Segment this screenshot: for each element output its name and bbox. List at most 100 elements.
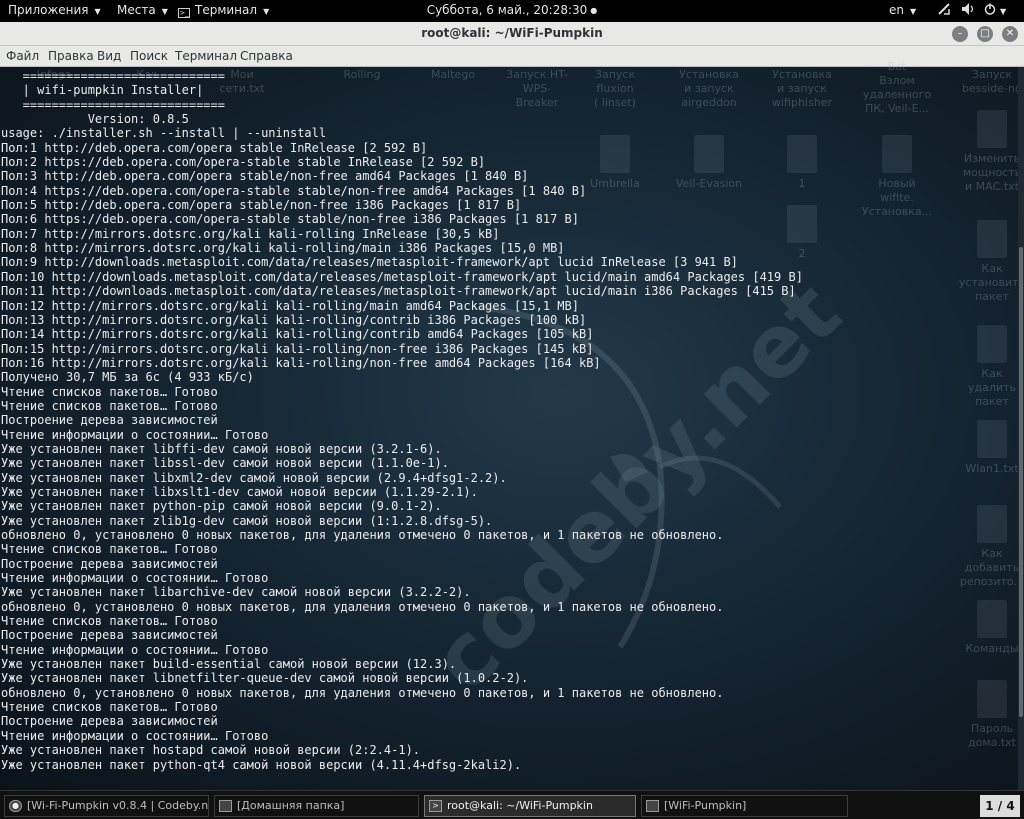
folder-icon <box>219 800 232 812</box>
task-terminal[interactable]: > root@kali: ~/WiFi-Pumpkin <box>424 795 636 817</box>
terminal-line: Чтение списков пакетов… Готово <box>1 384 218 399</box>
desktop-icon-label: Пароль дома.txt <box>967 722 1016 749</box>
task-label: root@kali: ~/WiFi-Pumpkin <box>447 799 593 812</box>
task-wifipumpkin[interactable]: [WiFi-Pumpkin] <box>641 795 848 817</box>
terminal-line: Чтение списков пакетов… Готово <box>1 700 218 715</box>
terminal-line: Пол:2 https://deb.opera.com/opera-stable… <box>1 155 486 170</box>
terminal-line: Получено 30,7 МБ за 6с (4 933 кБ/c) <box>1 370 254 385</box>
desktop-icon-label: Как добавить репозито... <box>959 547 1024 588</box>
desktop-icon[interactable]: Новый wifite. Установка... <box>860 135 934 219</box>
chevron-down-icon[interactable]: ▼ <box>1000 3 1006 17</box>
menu-view[interactable]: Вид <box>97 49 121 63</box>
task-label: [WiFi-Pumpkin] <box>664 799 747 812</box>
terminal-line: Уже установлен пакет hostapd самой новой… <box>1 743 421 758</box>
desktop-icon[interactable]: Как удалить пакет <box>955 325 1024 409</box>
desktop-icon-label: Изменить мощность и МАС.txt <box>962 152 1022 193</box>
desktop-icon[interactable]: Как добавить репозито... <box>955 505 1024 589</box>
terminal-line: Уже установлен пакет libssl-dev самой но… <box>1 456 449 471</box>
terminal-line: Построение дерева зависимостей <box>1 556 218 571</box>
power-icon[interactable] <box>984 3 996 18</box>
desktop-icon[interactable]: Запуск besside-ng <box>955 68 1024 96</box>
terminal-line: Построение дерева зависимостей <box>1 413 218 428</box>
close-button[interactable]: ✕ <box>1002 26 1018 42</box>
window-title: root@kali: ~/WiFi-Pumpkin <box>421 26 603 40</box>
desktop-icon[interactable]: Как установить пакет <box>955 220 1024 304</box>
terminal-line: Пол:10 http://downloads.metasploit.com/d… <box>1 269 803 284</box>
top-panel: Приложения ▼ Места ▼ >_ Терминал ▼ Суббота, … <box>0 0 1024 22</box>
terminal-line: Пол:8 http://mirrors.dotsrc.org/kali kal… <box>1 241 565 256</box>
terminal-line: Уже установлен пакет libarchive-dev само… <box>1 585 471 600</box>
desktop-icon-label: Как удалить пакет <box>968 367 1016 408</box>
task-browser[interactable]: ● [Wi-Fi-Pumpkin v0.8.4 | Codeby.n... <box>4 795 209 817</box>
terminal-line: Чтение информации о состоянии… Готово <box>1 642 269 657</box>
terminal-line: Пол:9 http://downloads.metasploit.com/da… <box>1 255 738 270</box>
terminal-line: Пол:5 http://deb.opera.com/opera stable/… <box>1 198 522 213</box>
desktop-icon-label: Запуск besside-ng <box>962 68 1022 95</box>
terminal-line: Чтение информации о состоянии… Готово <box>1 571 269 586</box>
menu-file[interactable]: Файл <box>6 49 39 63</box>
window-titlebar[interactable]: root@kali: ~/WiFi-Pumpkin – □ ✕ <box>0 22 1024 46</box>
terminal-line: Version: 0.8.5 <box>87 112 189 127</box>
desktop-icon[interactable]: Wlan1.txt <box>955 420 1024 476</box>
terminal-line: Пол:4 https://deb.opera.com/opera-stable… <box>1 183 587 198</box>
terminal-line: Уже установлен пакет libxml2-dev самой н… <box>1 470 507 485</box>
workspace-pager[interactable]: 1 / 4 <box>980 795 1020 817</box>
maximize-button[interactable]: □ <box>977 26 993 42</box>
terminal-line: Пол:11 http://downloads.metasploit.com/d… <box>1 284 796 299</box>
terminal-line: обновлено 0, установлено 0 новых пакетов… <box>1 599 724 614</box>
terminal-line: Пол:13 http://mirrors.dotsrc.org/kali ka… <box>1 312 587 327</box>
terminal-line: Пол:7 http://mirrors.dotsrc.org/kali kal… <box>1 226 500 241</box>
desktop-icon[interactable]: Команды <box>955 600 1024 656</box>
terminal-icon: > <box>429 800 442 812</box>
terminal-line: Пол:6 https://deb.opera.com/opera-stable… <box>1 212 579 227</box>
minimize-button[interactable]: – <box>952 26 968 42</box>
task-files[interactable]: [Домашняя папка] <box>214 795 419 817</box>
chevron-down-icon: ▼ <box>910 7 917 16</box>
terminal-line: Пол:15 http://mirrors.dotsrc.org/kali ka… <box>1 341 594 356</box>
desktop-icon[interactable]: Bot Взлом удаленного ПК, Veil-E... <box>860 60 934 116</box>
desktop-icon-label: Команды <box>965 642 1019 655</box>
terminal-line: Пол:12 http://mirrors.dotsrc.org/kali ka… <box>1 298 579 313</box>
terminal-line: usage: ./installer.sh --install | --unin… <box>1 126 327 141</box>
terminal-line: ============================ <box>22 97 225 112</box>
terminal-scrollbar[interactable] <box>1018 67 1024 790</box>
terminal-line: ============================ <box>22 69 225 83</box>
document-icon <box>977 325 1007 363</box>
window-icon <box>646 800 659 812</box>
network-icon[interactable] <box>937 2 951 19</box>
terminal-line: Пол:14 http://mirrors.dotsrc.org/kali ka… <box>1 327 594 342</box>
terminal-output: ============================ | wifi-pump… <box>1 69 803 772</box>
menu-edit[interactable]: Правка <box>48 49 94 63</box>
scrollbar-thumb[interactable] <box>1019 247 1023 717</box>
terminal-line: обновлено 0, установлено 0 новых пакетов… <box>1 685 724 700</box>
desktop-icon-label: Bot Взлом удаленного ПК, Veil-E... <box>862 60 932 115</box>
task-label: [Wi-Fi-Pumpkin v0.8.4 | Codeby.n... <box>27 799 209 812</box>
desktop-icon[interactable]: Изменить мощность и МАС.txt <box>955 110 1024 194</box>
terminal-line: Уже установлен пакет build-essential сам… <box>1 657 457 672</box>
bottom-taskbar: ● [Wi-Fi-Pumpkin v0.8.4 | Codeby.n... [До… <box>0 790 1024 819</box>
terminal-line: Чтение списков пакетов… Готово <box>1 542 218 557</box>
terminal-line: Построение дерева зависимостей <box>1 628 218 643</box>
document-icon <box>977 220 1007 258</box>
terminal-line: Уже установлен пакет python-pip самой но… <box>1 499 442 514</box>
menu-help[interactable]: Справка <box>240 49 293 63</box>
volume-icon[interactable] <box>961 2 977 19</box>
terminal-line: Уже установлен пакет libnetfilter-queue-… <box>1 671 529 686</box>
menu-search[interactable]: Поиск <box>130 49 168 63</box>
terminal-line: Пол:3 http://deb.opera.com/opera stable/… <box>1 169 529 184</box>
terminal-line: Чтение списков пакетов… Готово <box>1 398 218 413</box>
menu-terminal[interactable]: Терминал <box>175 49 237 63</box>
language-indicator[interactable]: en ▼ <box>889 3 916 17</box>
desktop-icon-label: Как установить пакет <box>958 262 1024 303</box>
desktop-icon[interactable]: Пароль дома.txt <box>955 680 1024 750</box>
task-label: [Домашняя папка] <box>237 799 345 812</box>
notification-dot-icon: ● <box>590 6 598 15</box>
document-icon <box>977 680 1007 718</box>
terminal-line: Чтение списков пакетов… Готово <box>1 614 218 629</box>
clock[interactable]: Суббота, 6 май., 20:28:30 ● <box>0 3 1024 17</box>
terminal-line: | wifi-pumpkin Installer| <box>22 83 204 98</box>
document-icon <box>882 135 912 173</box>
document-icon <box>977 505 1007 543</box>
terminal-line: Уже установлен пакет python-qt4 самой но… <box>1 757 522 772</box>
terminal-line: Чтение информации о состоянии… Готово <box>1 728 269 743</box>
